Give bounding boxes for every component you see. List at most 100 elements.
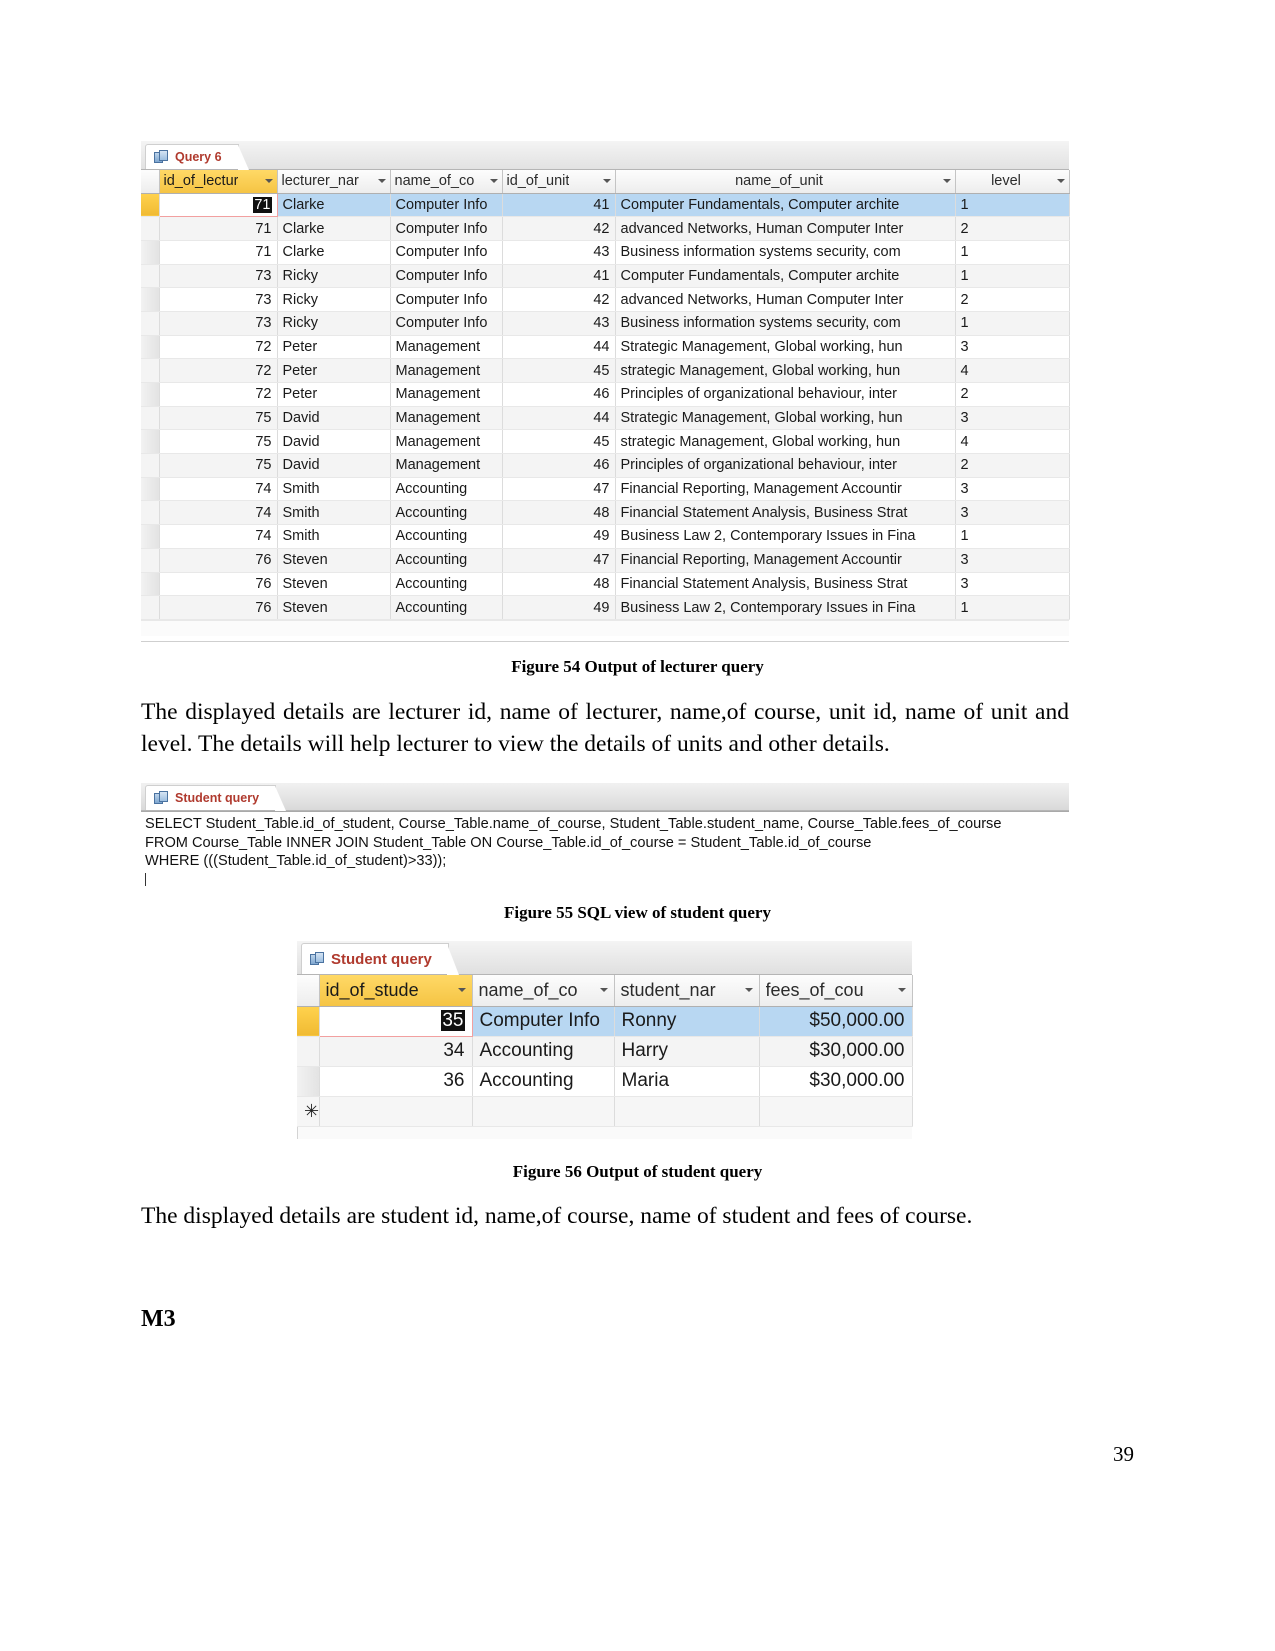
cell-id-of-lecturer[interactable]: 72 <box>159 358 278 383</box>
cell-level[interactable]: 2 <box>955 216 1070 241</box>
sql-editor[interactable]: SELECT Student_Table.id_of_student, Cour… <box>141 811 1069 891</box>
chevron-down-icon[interactable] <box>602 179 611 184</box>
cell-lecturer-name[interactable]: David <box>277 453 391 478</box>
cell-lecturer-name[interactable]: Steven <box>277 595 391 620</box>
cell-level[interactable]: 1 <box>955 595 1070 620</box>
cell-name-of-course[interactable]: Management <box>390 358 503 383</box>
table-row[interactable]: 75 David Management 45 strategic Managem… <box>141 429 1070 455</box>
cell-fees-of-course[interactable]: $30,000.00 <box>759 1036 913 1067</box>
row-selector[interactable] <box>141 453 160 478</box>
fig56-corner-selector[interactable] <box>297 975 320 1007</box>
table-row[interactable]: 36 Accounting Maria $30,000.00 <box>297 1066 913 1097</box>
cell-lecturer-name[interactable]: Ricky <box>277 264 391 289</box>
row-selector[interactable] <box>141 240 160 265</box>
cell-lecturer-name[interactable]: Steven <box>277 572 391 597</box>
cell-level[interactable]: 4 <box>955 358 1070 383</box>
cell-name-of-course[interactable]: Management <box>390 429 503 455</box>
cell-name-of-unit[interactable]: Financial Reporting, Management Accounti… <box>615 548 956 573</box>
cell-level[interactable]: 4 <box>955 429 1070 455</box>
fig54-corner-selector[interactable] <box>141 170 160 194</box>
cell-id-of-lecturer[interactable]: 76 <box>159 548 278 573</box>
cell-fees-of-course[interactable]: $50,000.00 <box>759 1006 913 1037</box>
cell-name-of-course[interactable]: Accounting <box>390 500 503 526</box>
cell-name-of-course[interactable]: Management <box>390 335 503 360</box>
row-selector[interactable] <box>141 193 160 218</box>
row-selector[interactable] <box>141 595 160 620</box>
row-selector[interactable] <box>141 216 160 241</box>
cell-name-of-course[interactable]: Computer Info <box>390 240 503 265</box>
new-record-row[interactable]: ✳ <box>297 1096 913 1127</box>
cell-lecturer-name[interactable]: David <box>277 429 391 455</box>
cell-level[interactable]: 3 <box>955 477 1070 502</box>
row-selector[interactable] <box>141 382 160 407</box>
cell-lecturer-name[interactable]: Smith <box>277 477 391 502</box>
cell-id-of-unit[interactable]: 43 <box>502 311 616 336</box>
cell-name-of-unit[interactable]: strategic Management, Global working, hu… <box>615 358 956 383</box>
cell-level[interactable]: 2 <box>955 287 1070 312</box>
cell-id-of-unit[interactable]: 43 <box>502 240 616 265</box>
cell-name-of-unit[interactable]: strategic Management, Global working, hu… <box>615 429 956 455</box>
row-selector[interactable] <box>141 429 160 455</box>
cell-name-of-unit[interactable]: Financial Statement Analysis, Business S… <box>615 572 956 597</box>
cell-name-of-unit[interactable]: Computer Fundamentals, Computer archite <box>615 264 956 289</box>
cell-name-of-unit[interactable]: Principles of organizational behaviour, … <box>615 382 956 407</box>
cell-student-name-new[interactable] <box>614 1096 760 1127</box>
cell-name-of-course[interactable]: Management <box>390 453 503 478</box>
cell-level[interactable]: 3 <box>955 500 1070 526</box>
fig56-col-header-name-of-course[interactable]: name_of_co <box>472 975 615 1007</box>
cell-lecturer-name[interactable]: Steven <box>277 548 391 573</box>
fig54-col-header-lecturer-name[interactable]: lecturer_nar <box>277 170 391 194</box>
cell-id-of-unit[interactable]: 46 <box>502 453 616 478</box>
row-selector[interactable] <box>141 406 160 431</box>
table-row[interactable]: 76 Steven Accounting 48 Financial Statem… <box>141 572 1070 597</box>
cell-id-of-lecturer[interactable]: 74 <box>159 477 278 502</box>
cell-name-of-course[interactable]: Computer Info <box>390 287 503 312</box>
table-row[interactable]: 73 Ricky Computer Info 43 Business infor… <box>141 311 1070 336</box>
fig54-document-tab[interactable]: Query 6 <box>145 144 249 170</box>
cell-level[interactable]: 3 <box>955 406 1070 431</box>
cell-id-of-unit[interactable]: 45 <box>502 429 616 455</box>
table-row[interactable]: 34 Accounting Harry $30,000.00 <box>297 1036 913 1067</box>
table-row[interactable]: 72 Peter Management 46 Principles of org… <box>141 382 1070 407</box>
cell-name-of-unit[interactable]: Business information systems security, c… <box>615 240 956 265</box>
fig54-col-header-level[interactable]: level <box>955 170 1070 194</box>
fig54-col-header-id-of-unit[interactable]: id_of_unit <box>502 170 616 194</box>
cell-level[interactable]: 2 <box>955 382 1070 407</box>
cell-level[interactable]: 1 <box>955 311 1070 336</box>
row-selector[interactable] <box>141 548 160 573</box>
cell-student-name[interactable]: Maria <box>614 1066 760 1097</box>
table-row[interactable]: 35 Computer Info Ronny $50,000.00 <box>297 1005 913 1037</box>
cell-name-of-unit[interactable]: Business information systems security, c… <box>615 311 956 336</box>
table-row[interactable]: 74 Smith Accounting 49 Business Law 2, C… <box>141 524 1070 549</box>
cell-id-of-lecturer[interactable]: 71 <box>159 216 278 241</box>
cell-id-of-lecturer[interactable]: 76 <box>159 572 278 597</box>
table-row[interactable]: 71 Clarke Computer Info 42 advanced Netw… <box>141 216 1070 241</box>
cell-level[interactable]: 1 <box>955 524 1070 549</box>
table-row[interactable]: 72 Peter Management 45 strategic Managem… <box>141 358 1070 383</box>
cell-lecturer-name[interactable]: Clarke <box>277 240 391 265</box>
table-row[interactable]: 75 David Management 46 Principles of org… <box>141 453 1070 478</box>
cell-name-of-course[interactable]: Computer Info <box>390 193 503 218</box>
cell-id-of-student[interactable]: 35 <box>318 1005 473 1037</box>
row-selector[interactable] <box>297 1066 320 1097</box>
cell-id-of-lecturer[interactable]: 74 <box>159 524 278 549</box>
chevron-down-icon[interactable] <box>377 179 386 184</box>
cell-name-of-unit[interactable]: Business Law 2, Contemporary Issues in F… <box>615 595 956 620</box>
cell-id-of-unit[interactable]: 48 <box>502 500 616 526</box>
cell-id-of-lecturer[interactable]: 72 <box>159 382 278 407</box>
cell-lecturer-name[interactable]: Peter <box>277 335 391 360</box>
cell-id-of-unit[interactable]: 41 <box>502 193 616 218</box>
cell-name-of-course[interactable]: Computer Info <box>472 1006 615 1037</box>
cell-name-of-course[interactable]: Accounting <box>390 548 503 573</box>
row-selector[interactable] <box>141 500 160 526</box>
cell-id-of-lecturer[interactable]: 73 <box>159 264 278 289</box>
row-selector[interactable] <box>141 477 160 502</box>
cell-id-of-lecturer[interactable]: 71 <box>159 240 278 265</box>
cell-id-of-lecturer[interactable]: 71 <box>158 192 278 218</box>
row-selector[interactable] <box>141 524 160 549</box>
cell-id-of-unit[interactable]: 44 <box>502 406 616 431</box>
cell-level[interactable]: 1 <box>955 193 1070 218</box>
chevron-down-icon[interactable] <box>264 179 273 184</box>
cell-level[interactable]: 1 <box>955 264 1070 289</box>
cell-id-of-lecturer[interactable]: 72 <box>159 335 278 360</box>
